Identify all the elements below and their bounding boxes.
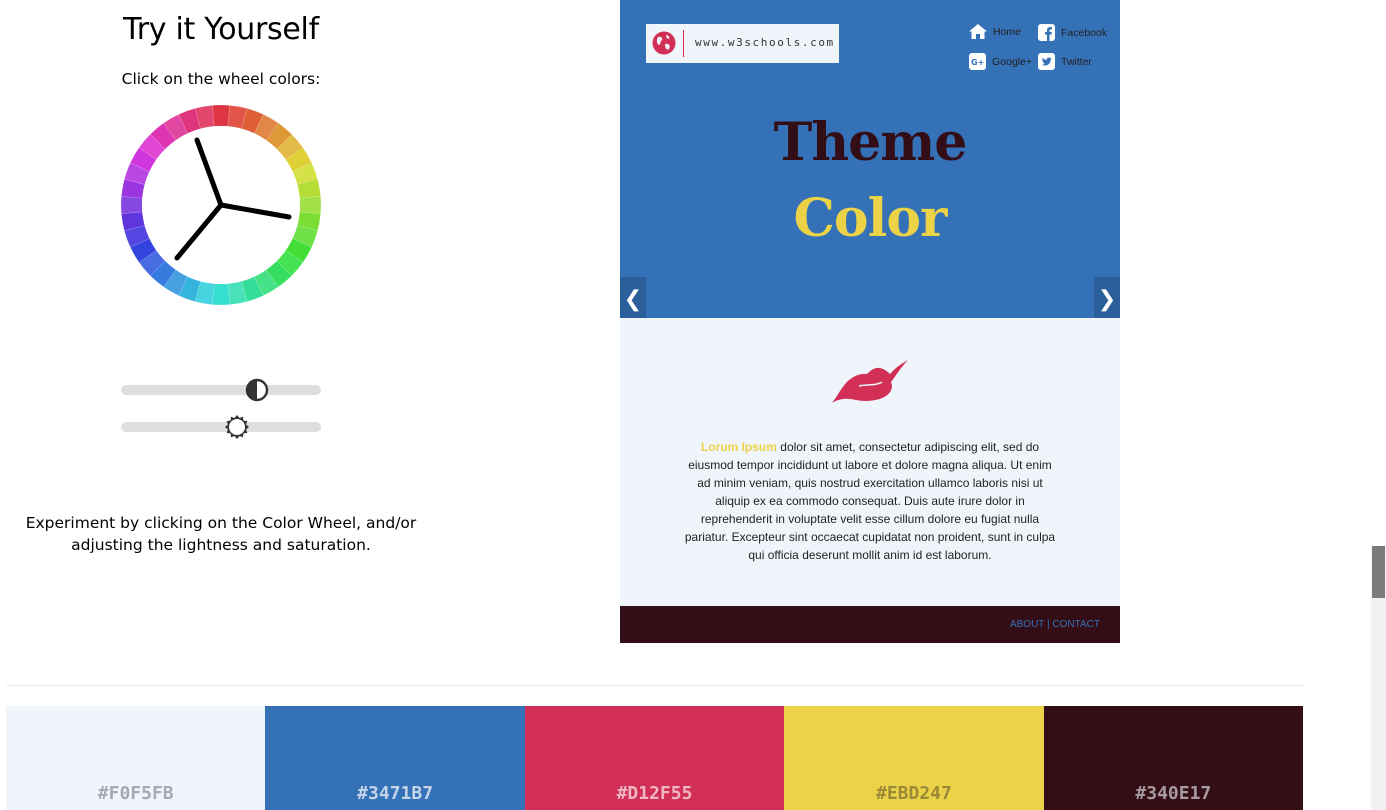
wheel-segment[interactable] [120, 196, 143, 214]
lightness-slider[interactable] [121, 378, 321, 402]
chevron-left-icon: ❮ [623, 285, 643, 311]
nav-twitter-label: Twitter [1061, 55, 1092, 68]
color-wheel-panel: Try it Yourself Click on the wheel color… [0, 0, 440, 660]
nav-twitter[interactable]: Twitter [1038, 53, 1092, 70]
nav-home[interactable]: Home [969, 24, 1021, 39]
palette-swatch[interactable]: #EBD247 [784, 706, 1044, 810]
swatch-hex-label: #D12F55 [616, 783, 693, 804]
logo-text: www.w3schools.com [695, 36, 835, 49]
footer-contact-link[interactable]: CONTACT [1052, 619, 1100, 630]
palette-swatch[interactable]: #F0F5FB [6, 706, 266, 810]
contrast-icon[interactable] [245, 378, 269, 402]
logo[interactable]: www.w3schools.com [646, 24, 839, 63]
wheel-segment[interactable] [212, 283, 230, 306]
lorem-paragraph: Lorum Ipsum dolor sit amet, consectetur … [682, 438, 1058, 564]
wheel-instructions: Click on the wheel colors: [121, 70, 321, 88]
color-wheel-svg[interactable] [120, 104, 322, 306]
theme-preview: www.w3schools.com Home Facebook G+ Googl… [620, 0, 1120, 643]
lorem-body: dolor sit amet, consectetur adipiscing e… [684, 440, 1056, 562]
home-icon [969, 24, 987, 39]
chevron-right-icon: ❯ [1097, 285, 1117, 311]
footer-about-link[interactable]: ABOUT [1010, 619, 1044, 630]
twitter-icon [1038, 53, 1055, 70]
bird-icon [832, 360, 908, 403]
try-it-yourself-heading: Try it Yourself [123, 12, 319, 47]
experiment-instructions: Experiment by clicking on the Color Whee… [25, 514, 417, 554]
nav-facebook-label: Facebook [1061, 26, 1108, 39]
preview-header: www.w3schools.com Home Facebook G+ Googl… [620, 0, 1120, 320]
swatch-hex-label: #3471B7 [357, 783, 434, 804]
nav-facebook[interactable]: Facebook [1038, 24, 1107, 41]
hero-title-color: Color [793, 188, 948, 249]
section-divider [6, 685, 1303, 686]
palette-swatches: #F0F5FB #3471B7 #D12F55 #EBD247 #340E17 [6, 706, 1304, 810]
swatch-hex-label: #F0F5FB [97, 783, 174, 804]
previous-slide-button[interactable]: ❮ [620, 277, 646, 320]
palette-swatch[interactable]: #D12F55 [524, 706, 785, 810]
swatch-hex-label: #340E17 [1135, 783, 1212, 804]
saturation-slider[interactable] [121, 415, 321, 439]
footer-links: ABOUT | CONTACT [1010, 619, 1100, 630]
palette-swatch[interactable]: #3471B7 [265, 706, 525, 810]
swatch-hex-label: #EBD247 [875, 783, 952, 804]
color-wheel[interactable] [120, 104, 322, 306]
nav-google-plus[interactable]: G+ Google+ [969, 53, 1032, 70]
vertical-scrollbar[interactable] [1371, 546, 1386, 810]
wheel-segment[interactable] [212, 104, 230, 127]
logo-divider [683, 30, 684, 57]
wheel-segment[interactable] [299, 196, 322, 214]
google-plus-icon: G+ [969, 53, 986, 70]
facebook-icon [1038, 24, 1055, 41]
globe-icon [652, 31, 676, 55]
brightness-sun-icon[interactable] [225, 415, 249, 439]
scrollbar-thumb[interactable] [1372, 546, 1385, 598]
lorem-accent: Lorum Ipsum [700, 440, 777, 454]
nav-google-plus-label: Google+ [992, 55, 1032, 68]
hero-title-theme: Theme [773, 112, 968, 173]
palette-swatch[interactable]: #340E17 [1043, 706, 1304, 810]
preview-body: Lorum Ipsum dolor sit amet, consectetur … [620, 318, 1120, 606]
preview-footer: ABOUT | CONTACT [620, 606, 1120, 643]
next-slide-button[interactable]: ❯ [1094, 277, 1120, 320]
nav-home-label: Home [993, 25, 1022, 38]
svg-text:G+: G+ [971, 58, 984, 67]
